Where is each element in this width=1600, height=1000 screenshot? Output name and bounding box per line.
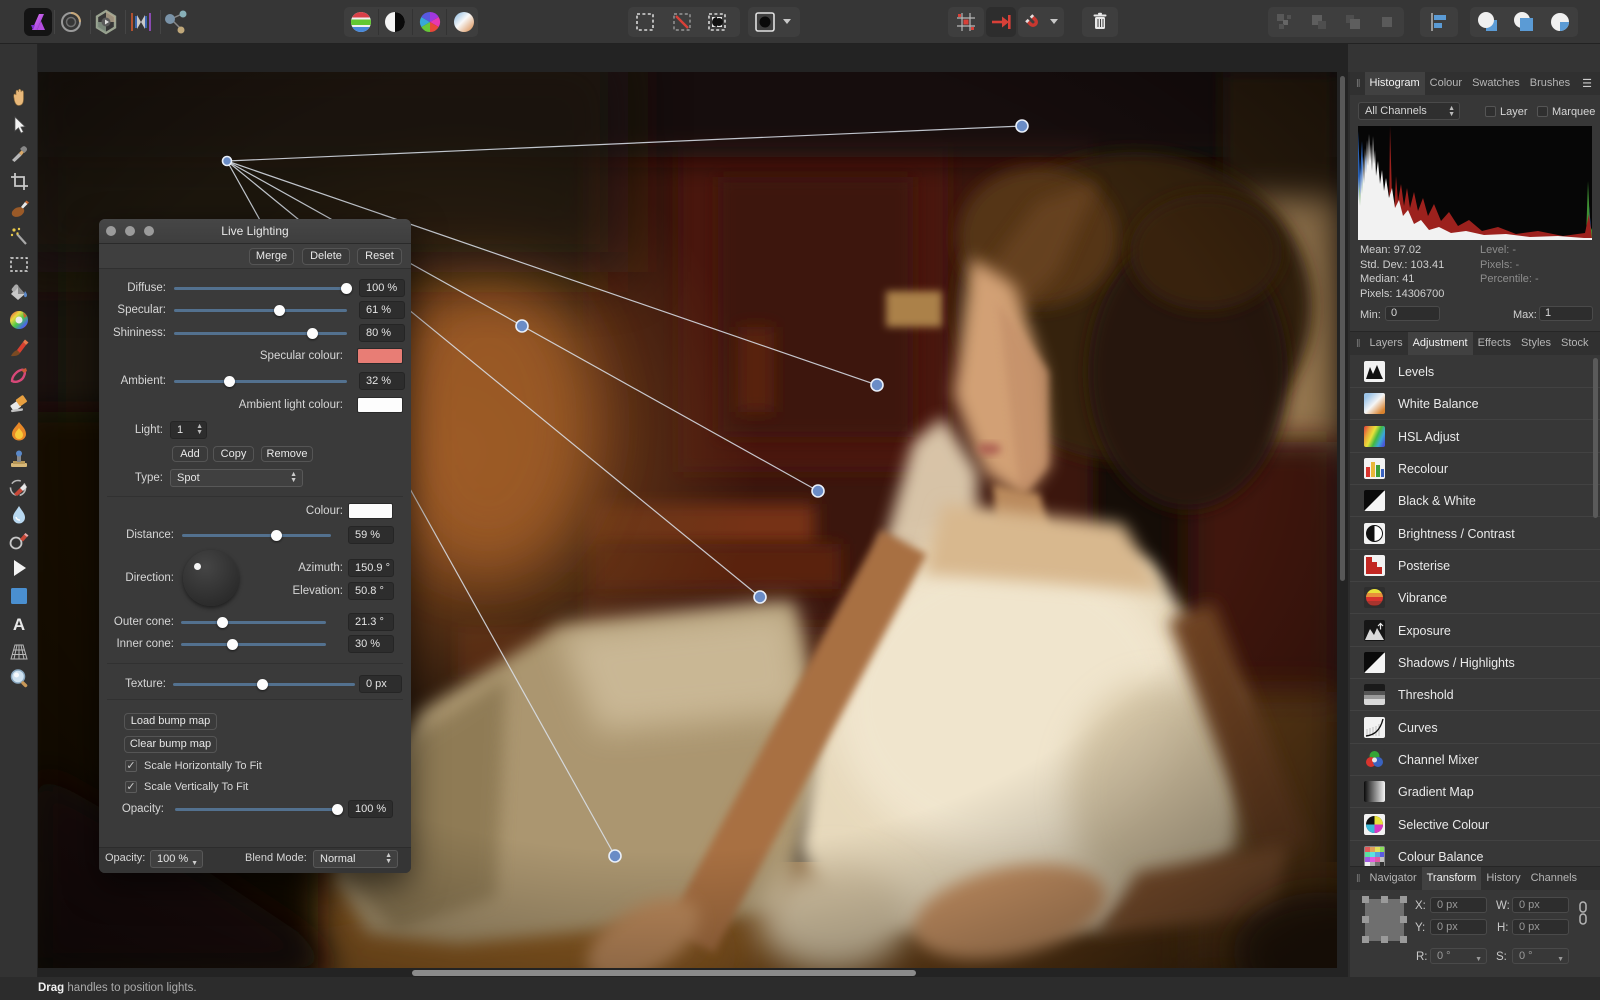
svg-text:A: A xyxy=(13,615,25,634)
